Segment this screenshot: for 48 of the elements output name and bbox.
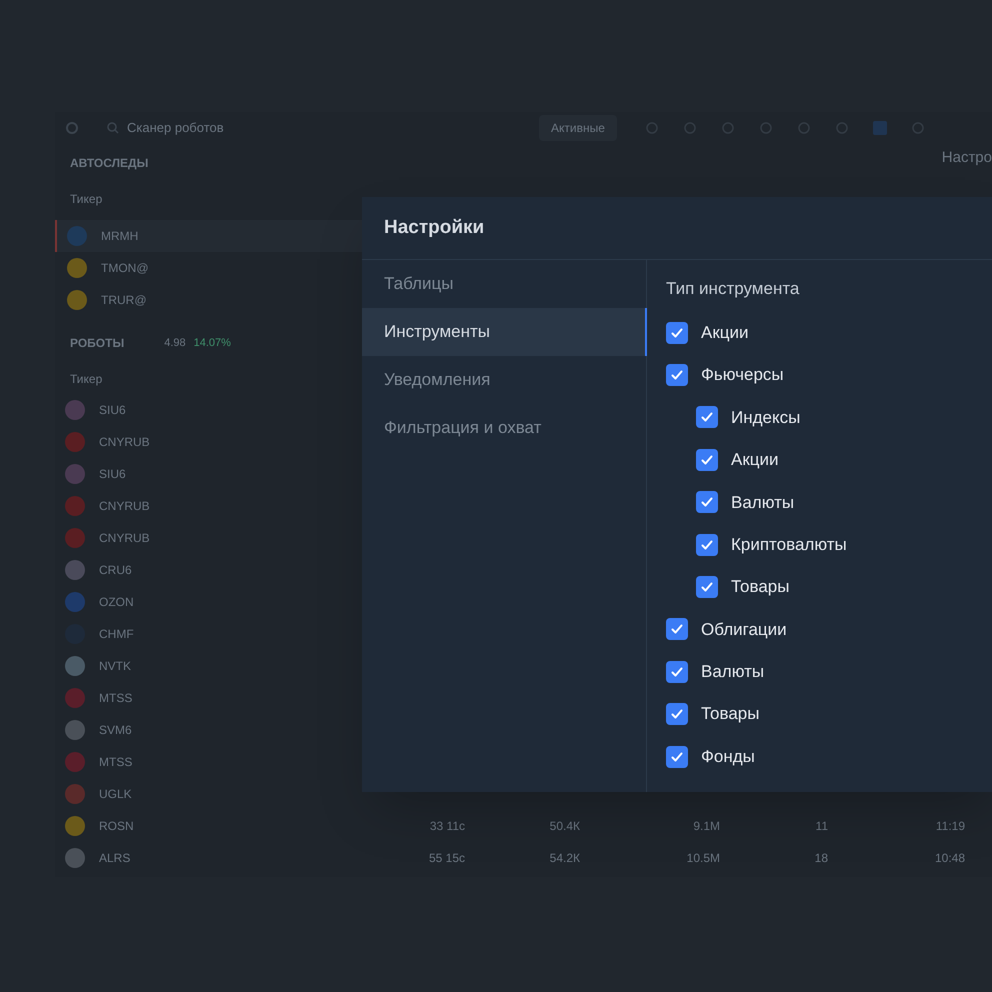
ticker-name: SIU6 <box>99 466 126 483</box>
ticker-name: SVM6 <box>99 722 132 739</box>
table-cell-text: 9.1М <box>692 818 720 835</box>
ticker-name: MTSS <box>99 754 132 771</box>
column-header: Тикер <box>70 192 102 206</box>
ticker-name: CHMF <box>99 626 134 643</box>
ticker-name: MRMH <box>101 228 138 245</box>
option-label: Акции <box>731 449 779 472</box>
section-title: АВТОСЛЕДЫ <box>70 156 148 170</box>
table-cell-text: 18 <box>814 850 828 867</box>
table-cell-text: 11 <box>814 818 828 835</box>
ticker-name: ALRS <box>99 850 130 867</box>
table-cell-text: 10.5М <box>686 850 720 867</box>
table-cell-text: 55 15с <box>428 850 465 867</box>
table-cell-text: 33 11с <box>428 818 465 835</box>
ticker-name: NVTK <box>99 658 132 675</box>
table-cell-text: 10:48 <box>934 850 965 867</box>
panel-title: Настро <box>942 148 992 168</box>
ticker-name: TMON@ <box>101 260 149 277</box>
option-label: Товары <box>701 703 760 726</box>
option-label: Фьючерсы <box>701 364 784 386</box>
option-label: Товары <box>731 576 790 598</box>
ticker-name: CRU6 <box>99 562 132 579</box>
dialog-title: Настройки <box>384 216 484 240</box>
ticker-name: MTSS <box>99 690 132 707</box>
ticker-name: OZON <box>99 594 134 611</box>
ticker-name: CNYRUB <box>99 530 150 547</box>
column-header: Тикер <box>70 372 102 386</box>
option-label: Индексы <box>731 406 800 429</box>
option-label: Валюты <box>731 492 794 514</box>
option-label: Фонды <box>701 746 755 768</box>
ticker-name: UGLK <box>99 786 132 803</box>
table-cell-text: 11:19 <box>934 818 965 835</box>
option-label: Валюты <box>701 661 764 684</box>
table-cell-text: 50.4К <box>548 818 580 835</box>
ticker-name: ROSN <box>99 818 134 835</box>
option-label: Облигации <box>701 618 787 641</box>
ticker-name: SIU6 <box>99 402 126 419</box>
table-cell-text: 54.2К <box>548 850 580 867</box>
ticker-name: TRUR@ <box>101 292 147 309</box>
section-title: РОБОТЫ <box>70 335 124 352</box>
ticker-name: CNYRUB <box>99 434 150 451</box>
change-percent: 14.07% <box>194 336 231 351</box>
option-label: Акции <box>701 322 749 344</box>
section-title: Тип инструмента <box>666 278 800 300</box>
robot-count: 4.98 <box>164 336 186 351</box>
ticker-name: CNYRUB <box>99 498 150 515</box>
option-label: Криптовалюты <box>731 534 847 556</box>
